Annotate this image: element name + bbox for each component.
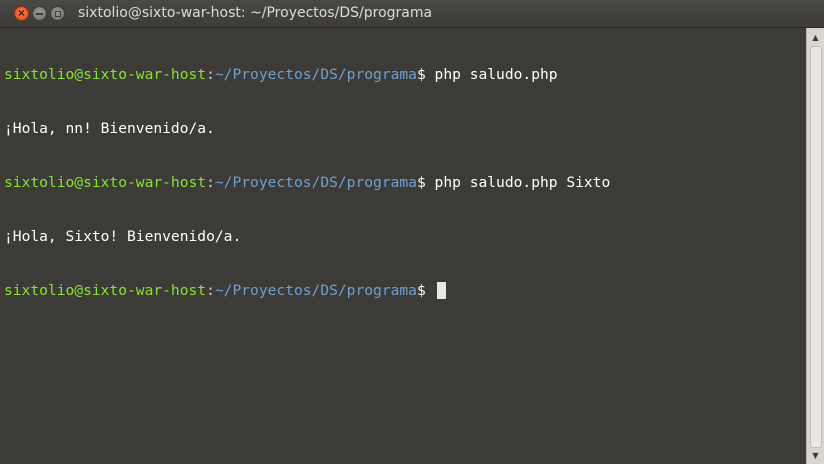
prompt-line: sixtolio@sixto-war-host:~/Proyectos/DS/p… (4, 66, 806, 84)
prompt-line-current: sixtolio@sixto-war-host:~/Proyectos/DS/p… (4, 282, 806, 300)
prompt-separator: : (206, 66, 215, 83)
close-glyph: × (17, 7, 26, 19)
minimize-icon[interactable] (32, 6, 47, 21)
prompt-user-host: sixtolio@sixto-war-host (4, 66, 207, 83)
prompt-line: sixtolio@sixto-war-host:~/Proyectos/DS/p… (4, 174, 806, 192)
maximize-glyph (54, 10, 61, 17)
prompt-separator: : (206, 174, 215, 191)
prompt-user-host: sixtolio@sixto-war-host (4, 174, 207, 191)
prompt-user-host: sixtolio@sixto-war-host (4, 282, 207, 299)
output-line: ¡Hola, nn! Bienvenido/a. (4, 120, 806, 138)
output-text: ¡Hola, nn! Bienvenido/a. (4, 120, 215, 137)
command-text: $ php saludo.php (416, 66, 558, 83)
window-title: sixtolio@sixto-war-host: ~/Proyectos/DS/… (78, 5, 433, 21)
output-line: ¡Hola, Sixto! Bienvenido/a. (4, 228, 806, 246)
title-bar[interactable]: × sixtolio@sixto-war-host: ~/Proyectos/D… (0, 0, 824, 28)
output-text: ¡Hola, Sixto! Bienvenido/a. (4, 228, 242, 245)
close-icon[interactable]: × (14, 6, 29, 21)
minimize-glyph (36, 12, 43, 15)
terminal-output-area[interactable]: sixtolio@sixto-war-host:~/Proyectos/DS/p… (0, 28, 806, 464)
prompt-path: ~/Proyectos/DS/programa (214, 282, 417, 299)
text-cursor[interactable] (436, 282, 446, 299)
vertical-scrollbar[interactable]: ▲ ▼ (806, 28, 824, 464)
prompt-separator: : (206, 282, 215, 299)
prompt-path: ~/Proyectos/DS/programa (214, 174, 417, 191)
scroll-up-arrow-icon[interactable]: ▲ (807, 30, 824, 44)
command-text: $ php saludo.php Sixto (416, 174, 611, 191)
maximize-icon[interactable] (50, 6, 65, 21)
prompt-path: ~/Proyectos/DS/programa (214, 66, 417, 83)
terminal-window: × sixtolio@sixto-war-host: ~/Proyectos/D… (0, 0, 824, 464)
scroll-thumb[interactable] (810, 46, 822, 448)
command-text: $ (416, 282, 435, 299)
scroll-down-arrow-icon[interactable]: ▼ (807, 448, 824, 462)
